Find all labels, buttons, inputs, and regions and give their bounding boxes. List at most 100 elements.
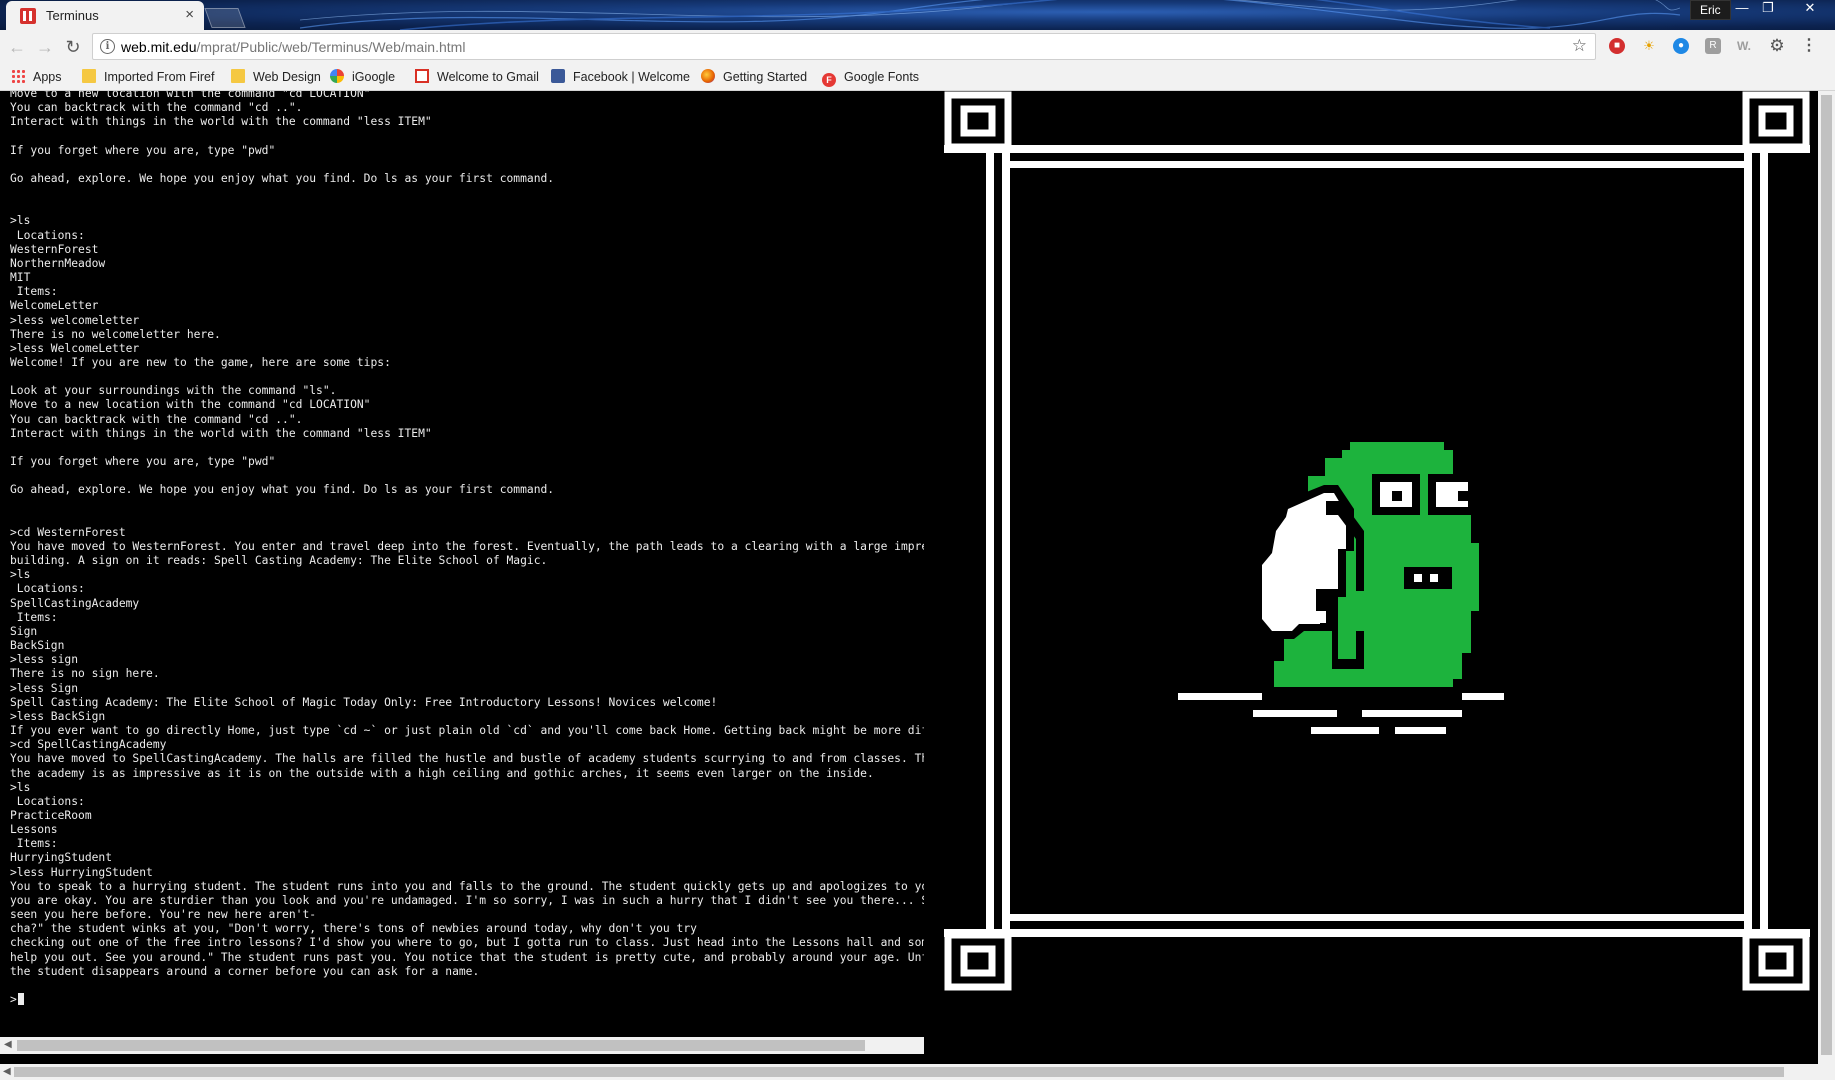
bookmark-label: Apps bbox=[33, 70, 62, 84]
terminal-cursor[interactable] bbox=[17, 993, 24, 1005]
bookmark-getting-started[interactable]: Getting Started bbox=[701, 68, 807, 86]
folder-icon bbox=[231, 69, 245, 83]
new-tab-button[interactable] bbox=[204, 8, 246, 28]
scrollbar-thumb[interactable] bbox=[1821, 95, 1832, 1055]
address-bar[interactable]: i web.mit.edu/mprat/Public/web/Terminus/… bbox=[92, 33, 1596, 60]
menu-kebab-icon[interactable]: ⋮ bbox=[1801, 38, 1817, 54]
terminal-line: WesternForest bbox=[10, 242, 99, 256]
title-bar-decoration bbox=[300, 0, 1680, 30]
scrollbar-thumb[interactable] bbox=[17, 1040, 865, 1051]
terminal-line: MIT bbox=[10, 271, 31, 285]
bookmark-facebook[interactable]: Facebook | Welcome bbox=[551, 68, 690, 86]
terminus-favicon-icon bbox=[20, 8, 36, 24]
terminal-line: >less WelcomeLetter bbox=[10, 341, 140, 355]
bookmark-apps[interactable]: Apps bbox=[11, 68, 62, 86]
terminal-line: If you forget where you are, type "pwd" bbox=[10, 455, 276, 469]
terminal-line: the academy is as impressive as it is on… bbox=[10, 766, 874, 780]
bookmark-label: Facebook | Welcome bbox=[573, 70, 690, 84]
terminal-line: >cd SpellCastingAcademy bbox=[10, 738, 167, 752]
terminal-line: You can backtrack with the command "cd .… bbox=[10, 412, 303, 426]
scroll-left-arrow-icon[interactable]: ◀ bbox=[4, 1039, 12, 1050]
settings-gear-icon[interactable]: ⚙ bbox=[1769, 37, 1785, 54]
terminal-line: the student disappears around a corner b… bbox=[10, 964, 480, 978]
terminal-line: NorthernMeadow bbox=[10, 256, 106, 270]
terminal-line: Locations: bbox=[10, 794, 85, 808]
terminal-line: >less welcomeletter bbox=[10, 313, 140, 327]
bookmark-google-fonts[interactable]: F Google Fonts bbox=[822, 68, 920, 87]
terminal-line: BackSign bbox=[10, 639, 65, 653]
profile-button[interactable]: Eric bbox=[1690, 0, 1731, 20]
page-content: Move to a new location with the command … bbox=[0, 91, 1835, 1080]
terminal-output: Move to a new location with the command … bbox=[10, 91, 924, 1007]
weather-extension-icon[interactable]: ☀ bbox=[1641, 38, 1657, 54]
minimize-button[interactable]: — bbox=[1728, 0, 1756, 18]
scrollbar-thumb[interactable] bbox=[14, 1067, 1784, 1077]
terminal-line: >less BackSign bbox=[10, 709, 106, 723]
bookmark-web-design[interactable]: Web Design bbox=[231, 68, 321, 86]
bookmark-label: Welcome to Gmail bbox=[437, 70, 539, 84]
terminal-line: HurryingStudent bbox=[10, 851, 113, 865]
terminal-line: >ls bbox=[10, 780, 31, 794]
terminal-line: Go ahead, explore. We hope you enjoy wha… bbox=[10, 171, 555, 185]
close-tab-icon[interactable]: × bbox=[185, 6, 194, 23]
page-horizontal-scrollbar[interactable]: ◀ bbox=[0, 1064, 1835, 1080]
r-extension-icon[interactable]: R bbox=[1705, 38, 1721, 54]
terminal-line: >less sign bbox=[10, 653, 79, 667]
bookmark-star-icon[interactable]: ☆ bbox=[1572, 36, 1587, 56]
bookmark-label: Google Fonts bbox=[844, 70, 920, 84]
terminal-line: SpellCastingAcademy bbox=[10, 596, 140, 610]
terminal-line: checking out one of the free intro lesso… bbox=[10, 936, 924, 950]
back-arrow-icon[interactable]: ← bbox=[7, 37, 27, 57]
google-fonts-icon: F bbox=[822, 73, 836, 87]
bookmark-igoogle[interactable]: iGoogle bbox=[330, 68, 395, 86]
terminal-line: >less Sign bbox=[10, 681, 79, 695]
url-text[interactable]: web.mit.edu/mprat/Public/web/Terminus/We… bbox=[121, 39, 465, 55]
location-picture bbox=[944, 91, 1810, 1054]
terminal-line: Sign bbox=[10, 624, 38, 638]
terminal-line: There is no sign here. bbox=[10, 667, 160, 681]
tab-title: Terminus bbox=[46, 8, 99, 23]
gmail-icon bbox=[415, 69, 429, 83]
bookmarks-bar: Apps Imported From Firef Web Design iGoo… bbox=[0, 64, 1835, 91]
terminal-line: WelcomeLetter bbox=[10, 299, 99, 313]
terminal-line: building. A sign on it reads: Spell Cast… bbox=[10, 554, 548, 568]
bookmark-label: Getting Started bbox=[723, 70, 808, 84]
terminal-line: help you out. See you around." The stude… bbox=[10, 950, 924, 964]
terminal-line: >ls bbox=[10, 214, 31, 228]
folder-icon bbox=[82, 69, 96, 83]
terminal-line: you are okay. You are sturdier than you … bbox=[10, 893, 924, 907]
bookmark-imported-from-firefox[interactable]: Imported From Firef bbox=[82, 68, 214, 86]
terminal-panel[interactable]: Move to a new location with the command … bbox=[0, 91, 924, 1037]
browser-tab[interactable]: Terminus × bbox=[6, 1, 204, 30]
scroll-left-arrow-icon[interactable]: ◀ bbox=[3, 1066, 11, 1077]
terminal-history: Move to a new location with the command … bbox=[10, 91, 924, 978]
terminal-line: Items: bbox=[10, 285, 58, 299]
close-window-button[interactable]: ✕ bbox=[1790, 0, 1830, 18]
facebook-icon bbox=[551, 69, 565, 83]
url-path: /mprat/Public/web/Terminus/Web/main.html bbox=[196, 39, 466, 55]
terminal-line: Go ahead, explore. We hope you enjoy wha… bbox=[10, 483, 555, 497]
terminal-line: >cd WesternForest bbox=[10, 525, 126, 539]
adblock-extension-icon[interactable]: ■ bbox=[1609, 38, 1625, 54]
restore-button[interactable]: ❐ bbox=[1754, 0, 1782, 18]
terminal-line: You have moved to SpellCastingAcademy. T… bbox=[10, 752, 924, 766]
terminal-line: Items: bbox=[10, 610, 58, 624]
terminal-prompt: > bbox=[10, 993, 17, 1006]
apps-grid-icon bbox=[11, 69, 25, 83]
terminal-line: >ls bbox=[10, 568, 31, 582]
terminal-line: seen you here before. You're new here ar… bbox=[10, 908, 317, 922]
chat-extension-icon[interactable]: ● bbox=[1673, 38, 1689, 54]
site-info-icon[interactable]: i bbox=[100, 39, 115, 54]
w-extension-icon[interactable]: W. bbox=[1736, 38, 1752, 54]
title-bar: Terminus × Eric — ❐ ✕ bbox=[0, 0, 1835, 30]
bookmark-gmail[interactable]: Welcome to Gmail bbox=[415, 68, 539, 86]
forward-arrow-icon[interactable]: → bbox=[35, 37, 55, 57]
page-vertical-scrollbar[interactable] bbox=[1818, 91, 1835, 1064]
bookmark-label: Web Design bbox=[253, 70, 321, 84]
terminal-line: Locations: bbox=[10, 228, 85, 242]
terminal-horizontal-scrollbar[interactable]: ◀ bbox=[0, 1037, 924, 1054]
browser-toolbar: ← → ↻ i web.mit.edu/mprat/Public/web/Ter… bbox=[0, 30, 1835, 64]
reload-icon[interactable]: ↻ bbox=[63, 37, 83, 57]
terminal-line: Move to a new location with the command … bbox=[10, 91, 371, 100]
terminal-line: Items: bbox=[10, 837, 58, 851]
